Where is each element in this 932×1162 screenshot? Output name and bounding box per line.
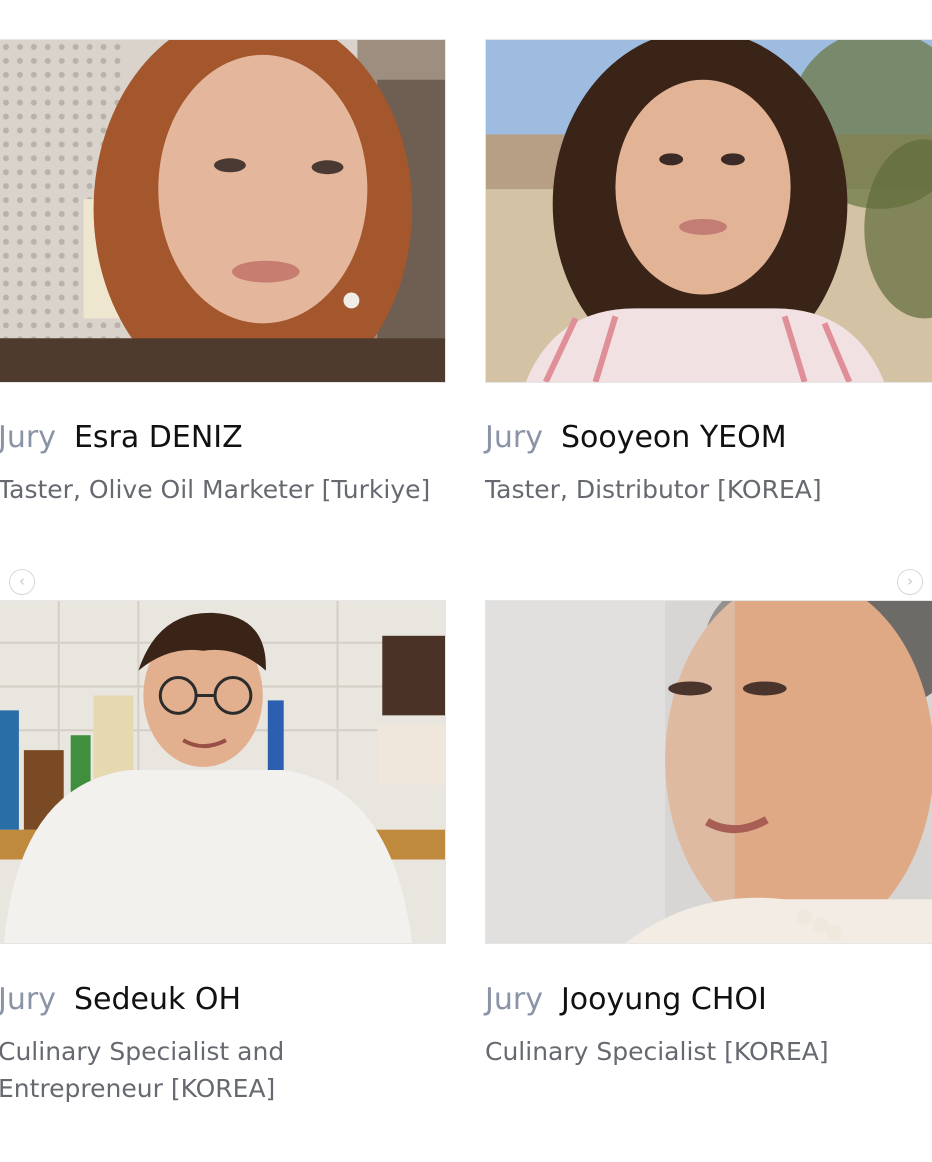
jury-role-label: Jury [0,982,56,1017]
jury-description: Culinary Specialist [KOREA] [485,1037,829,1066]
jury-name: Sedeuk OH [73,982,242,1017]
jury-description: Taster, Olive Oil Marketer [Turkiye] [0,475,431,504]
jury-photo [0,39,446,383]
jury-role-label: Jury [485,420,543,455]
portrait-image [0,601,445,943]
jury-card[interactable]: Jury Jooyung CHOI Culinary Specialist [KO… [485,600,932,1120]
jury-description: Culinary Specialist and Entrepreneur [KO… [0,1037,285,1103]
jury-card[interactable]: Jury Sedeuk OH Culinary Specialist and En… [0,600,460,1120]
jury-name-line: Jury Jooyung CHOI [485,982,767,1018]
carousel-prev-button[interactable]: ‹ [9,569,35,595]
jury-description: Taster, Distributor [KOREA] [485,475,822,504]
jury-photo [485,600,932,944]
jury-name: Sooyeon YEOM [560,420,787,455]
jury-name: Esra DENIZ [73,420,243,455]
jury-name-line: Jury Sedeuk OH [0,982,241,1018]
jury-name-line: Jury Sooyeon YEOM [485,420,787,456]
jury-photo [0,600,446,944]
jury-card[interactable]: Jury Esra DENIZ Taster, Olive Oil Markete… [0,39,460,519]
chevron-left-icon: ‹ [19,572,25,590]
jury-card[interactable]: Jury Sooyeon YEOM Taster, Distributor [KO… [485,39,932,519]
jury-name-line: Jury Esra DENIZ [0,420,243,456]
portrait-image [486,601,932,943]
jury-role-label: Jury [0,420,56,455]
carousel-next-button[interactable]: › [897,569,923,595]
jury-role-label: Jury [485,982,543,1017]
jury-photo [485,39,932,383]
chevron-right-icon: › [907,572,913,590]
jury-name: Jooyung CHOI [560,982,767,1017]
portrait-image [0,40,445,382]
portrait-image [486,40,932,382]
